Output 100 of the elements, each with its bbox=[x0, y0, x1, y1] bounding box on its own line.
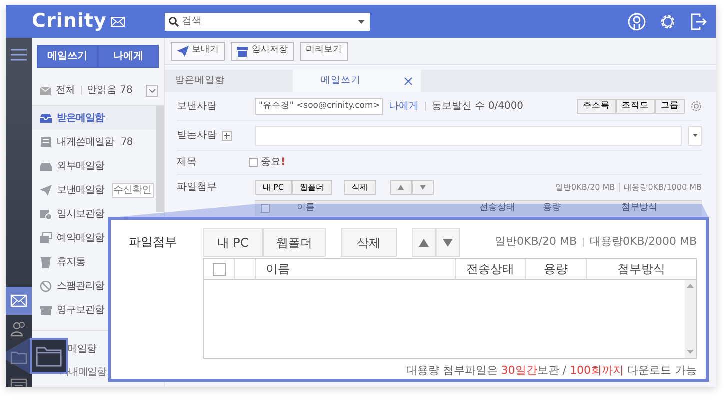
to-self-link[interactable]: 나에게 bbox=[389, 98, 419, 114]
address-button[interactable]: 조직도 bbox=[616, 98, 655, 114]
trash-icon bbox=[39, 256, 53, 268]
quota-text: 일반0KB/20 MB bbox=[556, 182, 616, 194]
box-icon bbox=[237, 46, 249, 56]
web-folder-button[interactable]: 웹폴더 bbox=[263, 228, 326, 257]
down-triangle-icon bbox=[443, 239, 453, 248]
stacked-documents-icon bbox=[39, 232, 53, 244]
up-triangle-icon bbox=[398, 184, 404, 190]
address-button[interactable]: 주소록 bbox=[577, 98, 616, 114]
logout-icon[interactable] bbox=[690, 12, 708, 30]
folder-icon bbox=[36, 345, 62, 367]
sidebar-item[interactable]: 스팸관리함 bbox=[32, 274, 106, 298]
send-button[interactable]: 보내기 bbox=[171, 42, 225, 60]
callout-pointer bbox=[6, 338, 30, 374]
settings-icon[interactable] bbox=[691, 100, 702, 112]
sidebar-item[interactable]: 임시보관함 bbox=[32, 202, 106, 226]
close-icon[interactable] bbox=[404, 76, 413, 86]
broadcast-count: 동보발신 수 0/4000 bbox=[432, 100, 524, 114]
search-field[interactable]: 검색 bbox=[165, 12, 370, 30]
envelope-icon bbox=[40, 86, 51, 94]
quota-text: 대용량0KB/2000 MB bbox=[590, 234, 697, 250]
my-pc-button[interactable]: 내 PC bbox=[203, 228, 263, 257]
sidebar-item[interactable]: 메일함 bbox=[68, 337, 96, 361]
column-header: 첨부방식 bbox=[622, 202, 658, 215]
folder-label: 내게쓴메일함 bbox=[57, 136, 114, 150]
sidebar-item[interactable]: 내게쓴메일함 78 bbox=[32, 130, 135, 154]
folder-label: 임시보관함 bbox=[57, 208, 104, 222]
tab[interactable]: 받은메일함 bbox=[165, 70, 293, 92]
sidebar-item[interactable]: 외부메일함 bbox=[32, 154, 106, 178]
dropdown-toggle[interactable] bbox=[146, 84, 158, 96]
column-header: 전송상태 bbox=[466, 261, 514, 278]
move-up-button[interactable] bbox=[390, 180, 412, 195]
save-draft-button[interactable]: 임시저장 bbox=[231, 42, 294, 60]
move-down-button[interactable] bbox=[412, 180, 434, 195]
down-triangle-icon bbox=[687, 350, 694, 354]
move-up-button[interactable] bbox=[412, 228, 436, 257]
read-receipt-tag[interactable]: 수신확인 bbox=[112, 182, 154, 198]
to-self-button[interactable]: 나에게 bbox=[98, 45, 159, 68]
filter-all[interactable]: 전체 bbox=[56, 83, 76, 98]
folder-label: 외부메일함 bbox=[57, 160, 104, 174]
sidebar-item[interactable]: 받은메일함 bbox=[32, 106, 156, 130]
document-icon bbox=[39, 136, 53, 148]
chevron-icon bbox=[148, 88, 156, 92]
up-triangle-icon bbox=[687, 284, 694, 288]
folder-label: 보낸메일함 bbox=[57, 184, 104, 198]
down-triangle-icon bbox=[420, 184, 426, 190]
people-icon[interactable] bbox=[10, 320, 28, 338]
column-header: 이름 bbox=[297, 202, 315, 215]
quota-text: 대용량0KB/1000 MB bbox=[624, 182, 702, 194]
scrollbar[interactable] bbox=[156, 106, 164, 212]
settings-icon[interactable] bbox=[659, 12, 677, 30]
address-button[interactable]: 그룹 bbox=[655, 98, 685, 114]
search-icon bbox=[169, 16, 179, 26]
archive-box-icon bbox=[39, 304, 53, 316]
column-header: 이름 bbox=[266, 261, 290, 278]
tab[interactable]: 메일쓰기 bbox=[293, 70, 421, 92]
envelope-icon bbox=[110, 16, 125, 26]
unread-count: 78 bbox=[121, 136, 133, 150]
checkbox[interactable] bbox=[212, 262, 226, 276]
field-label: 보낸사람 bbox=[177, 100, 218, 114]
delete-button[interactable]: 삭제 bbox=[344, 180, 376, 195]
scrollbar[interactable] bbox=[685, 280, 696, 358]
envelope-icon[interactable] bbox=[10, 292, 28, 310]
field-label: 파일첨부 bbox=[177, 181, 218, 195]
quota-text: 일반0KB/20 MB bbox=[495, 234, 577, 250]
important-label: 중요! bbox=[261, 156, 286, 170]
delete-button[interactable]: 삭제 bbox=[341, 228, 397, 257]
web-folder-button[interactable]: 웹폴더 bbox=[292, 180, 332, 195]
caret-icon bbox=[692, 134, 698, 137]
folder-label: 받은메일함 bbox=[57, 112, 104, 126]
column-header: 용량 bbox=[544, 261, 568, 278]
dropdown-toggle[interactable] bbox=[688, 126, 702, 146]
block-icon bbox=[39, 280, 53, 292]
paper-plane-icon bbox=[177, 46, 189, 56]
sidebar-item[interactable]: 영구보관함 bbox=[32, 298, 106, 322]
folder-label: 예약메일함 bbox=[57, 232, 104, 246]
preview-button[interactable]: 미리보기 bbox=[300, 42, 348, 60]
recipient-field[interactable] bbox=[255, 126, 682, 146]
up-triangle-icon bbox=[419, 239, 429, 248]
important-checkbox[interactable] bbox=[249, 158, 258, 167]
sender-select[interactable]: "유수경" <soo@crinity.com> bbox=[255, 98, 383, 114]
add-icon[interactable] bbox=[222, 130, 232, 140]
user-circle-icon[interactable] bbox=[628, 12, 646, 30]
checkbox[interactable] bbox=[260, 204, 270, 213]
column-header: 전송상태 bbox=[480, 202, 516, 215]
caret-icon[interactable] bbox=[358, 20, 365, 24]
sidebar-item[interactable]: 예약메일함 bbox=[32, 226, 106, 250]
my-pc-button[interactable]: 내 PC bbox=[255, 180, 292, 195]
compose-button[interactable]: 메일쓰기 bbox=[37, 45, 98, 68]
tray-icon bbox=[39, 112, 53, 124]
column-header: 첨부방식 bbox=[618, 261, 666, 278]
sidebar-item[interactable]: 휴지통 bbox=[32, 250, 88, 274]
field-label: 받는사람 bbox=[177, 129, 217, 143]
field-label: 파일첨부 bbox=[129, 234, 178, 251]
filter-unread[interactable]: 안읽음 78 bbox=[87, 83, 133, 98]
folder-label: 휴지통 bbox=[57, 256, 86, 270]
move-down-button[interactable] bbox=[436, 228, 460, 257]
column-header: 용량 bbox=[543, 202, 561, 215]
sidebar-item[interactable]: 보낸메일함 수신확인 bbox=[32, 178, 156, 202]
